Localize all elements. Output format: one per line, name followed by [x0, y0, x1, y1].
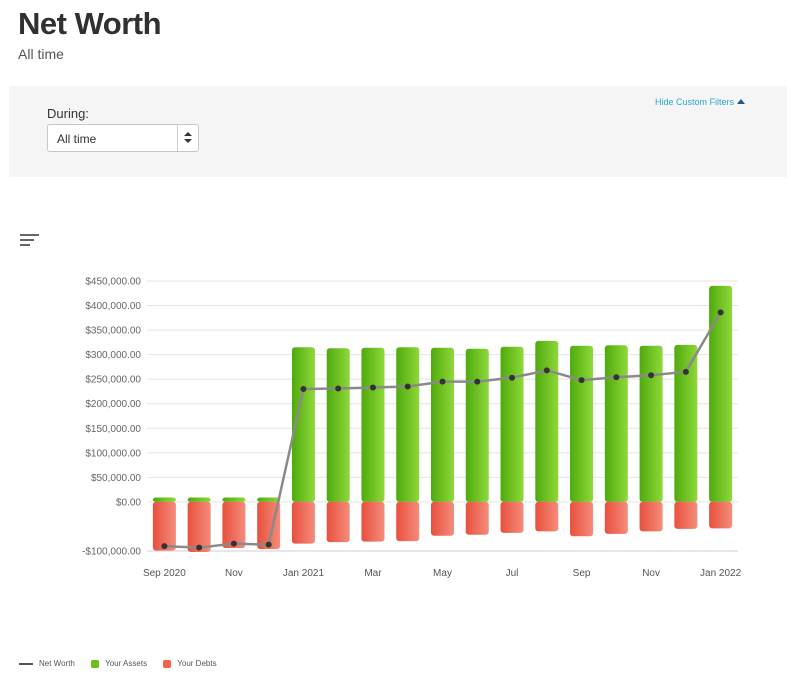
debt-bar: [639, 501, 663, 532]
net-worth-point: [578, 377, 585, 384]
asset-bar: [639, 345, 663, 502]
debt-bar: [500, 501, 524, 533]
debt-bar: [187, 501, 211, 552]
net-worth-point: [439, 378, 446, 385]
asset-bar: [604, 345, 628, 502]
hamburger-menu-icon[interactable]: [20, 234, 39, 249]
asset-bar: [709, 285, 733, 502]
y-tick-label: $50,000.00: [91, 473, 141, 484]
legend-label: Your Debts: [177, 659, 217, 669]
debt-bar: [465, 501, 489, 535]
debt-bar: [361, 501, 385, 542]
asset-bar: [465, 348, 489, 502]
y-tick-label: -$100,000.00: [82, 547, 141, 558]
net-worth-point: [543, 367, 550, 374]
net-worth-point: [404, 383, 411, 390]
net-worth-point: [613, 374, 620, 381]
debt-bar: [604, 501, 628, 534]
net-worth-point: [369, 384, 376, 391]
debt-bar: [674, 501, 698, 529]
select-updown-icon: [177, 125, 198, 151]
caret-up-icon: [737, 99, 745, 104]
net-worth-point: [230, 540, 237, 547]
debt-bar: [570, 501, 594, 537]
asset-bar: [535, 340, 559, 502]
x-tick-label: Jan 2022: [700, 568, 742, 579]
y-tick-label: $400,000.00: [85, 301, 141, 312]
chart-legend: Net Worth Your Assets Your Debts: [19, 659, 231, 668]
x-tick-label: Jan 2021: [283, 568, 325, 579]
y-tick-label: $0.00: [116, 497, 141, 508]
custom-filters-panel: During: All time Hide Custom Filters: [9, 86, 787, 177]
y-tick-label: $350,000.00: [85, 326, 141, 337]
asset-bar: [396, 347, 420, 502]
x-tick-label: Jul: [506, 568, 519, 579]
debt-bar: [431, 501, 454, 536]
legend-box-swatch: [163, 660, 172, 669]
net-worth-point: [300, 386, 307, 392]
y-tick-label: $300,000.00: [85, 350, 141, 361]
y-tick-label: $200,000.00: [85, 399, 141, 410]
legend-label: Your Assets: [105, 659, 148, 669]
asset-bar: [326, 348, 350, 502]
asset-bar: [222, 497, 246, 502]
x-tick-label: Nov: [642, 568, 660, 579]
y-tick-label: $450,000.00: [85, 277, 141, 288]
asset-bar: [500, 346, 524, 502]
during-label: During:: [47, 106, 89, 121]
page-title: Net Worth: [18, 6, 162, 41]
debt-bar: [396, 501, 420, 542]
y-tick-label: $150,000.00: [85, 424, 141, 435]
legend-label: Net Worth: [39, 659, 75, 669]
net-worth-point: [265, 541, 272, 548]
asset-bar: [257, 497, 281, 502]
debt-bar: [709, 501, 733, 529]
net-worth-point: [474, 378, 481, 385]
x-tick-label: May: [433, 568, 452, 579]
net-worth-point: [161, 543, 168, 550]
during-select-value: All time: [57, 132, 97, 146]
x-tick-label: Nov: [225, 568, 243, 579]
net-worth-point: [509, 374, 516, 381]
page-subtitle: All time: [18, 46, 64, 62]
net-worth-point: [682, 368, 689, 375]
hide-custom-filters-label: Hide Custom Filters: [654, 97, 734, 107]
y-tick-label: $250,000.00: [85, 375, 141, 386]
legend-item-net-worth[interactable]: Net Worth: [19, 659, 75, 668]
x-tick-label: Sep 2020: [143, 568, 186, 579]
legend-box-swatch: [91, 660, 100, 669]
debt-bar: [291, 501, 315, 544]
asset-bar: [187, 497, 211, 502]
hide-custom-filters-link[interactable]: Hide Custom Filters: [655, 97, 745, 107]
debt-bar: [535, 501, 559, 532]
net-worth-point: [717, 309, 724, 316]
net-worth-chart: $450,000.00 $400,000.00 $350,000.00 $300,00…: [82, 277, 742, 580]
x-tick-label: Sep: [573, 568, 591, 579]
net-worth-point: [196, 544, 203, 551]
net-worth-point: [648, 372, 655, 379]
asset-bar: [570, 345, 594, 502]
during-select[interactable]: All time: [47, 124, 199, 152]
asset-bar: [152, 497, 176, 502]
net-worth-point: [335, 385, 342, 392]
legend-item-debts[interactable]: Your Debts: [163, 659, 217, 669]
asset-bar: [431, 347, 454, 502]
legend-line-swatch: [19, 663, 33, 666]
legend-item-assets[interactable]: Your Assets: [91, 659, 147, 668]
asset-bar: [674, 344, 698, 502]
x-tick-label: Mar: [364, 568, 382, 579]
y-tick-label: $100,000.00: [85, 448, 141, 459]
asset-bar: [361, 347, 385, 502]
debt-bar: [326, 501, 350, 543]
